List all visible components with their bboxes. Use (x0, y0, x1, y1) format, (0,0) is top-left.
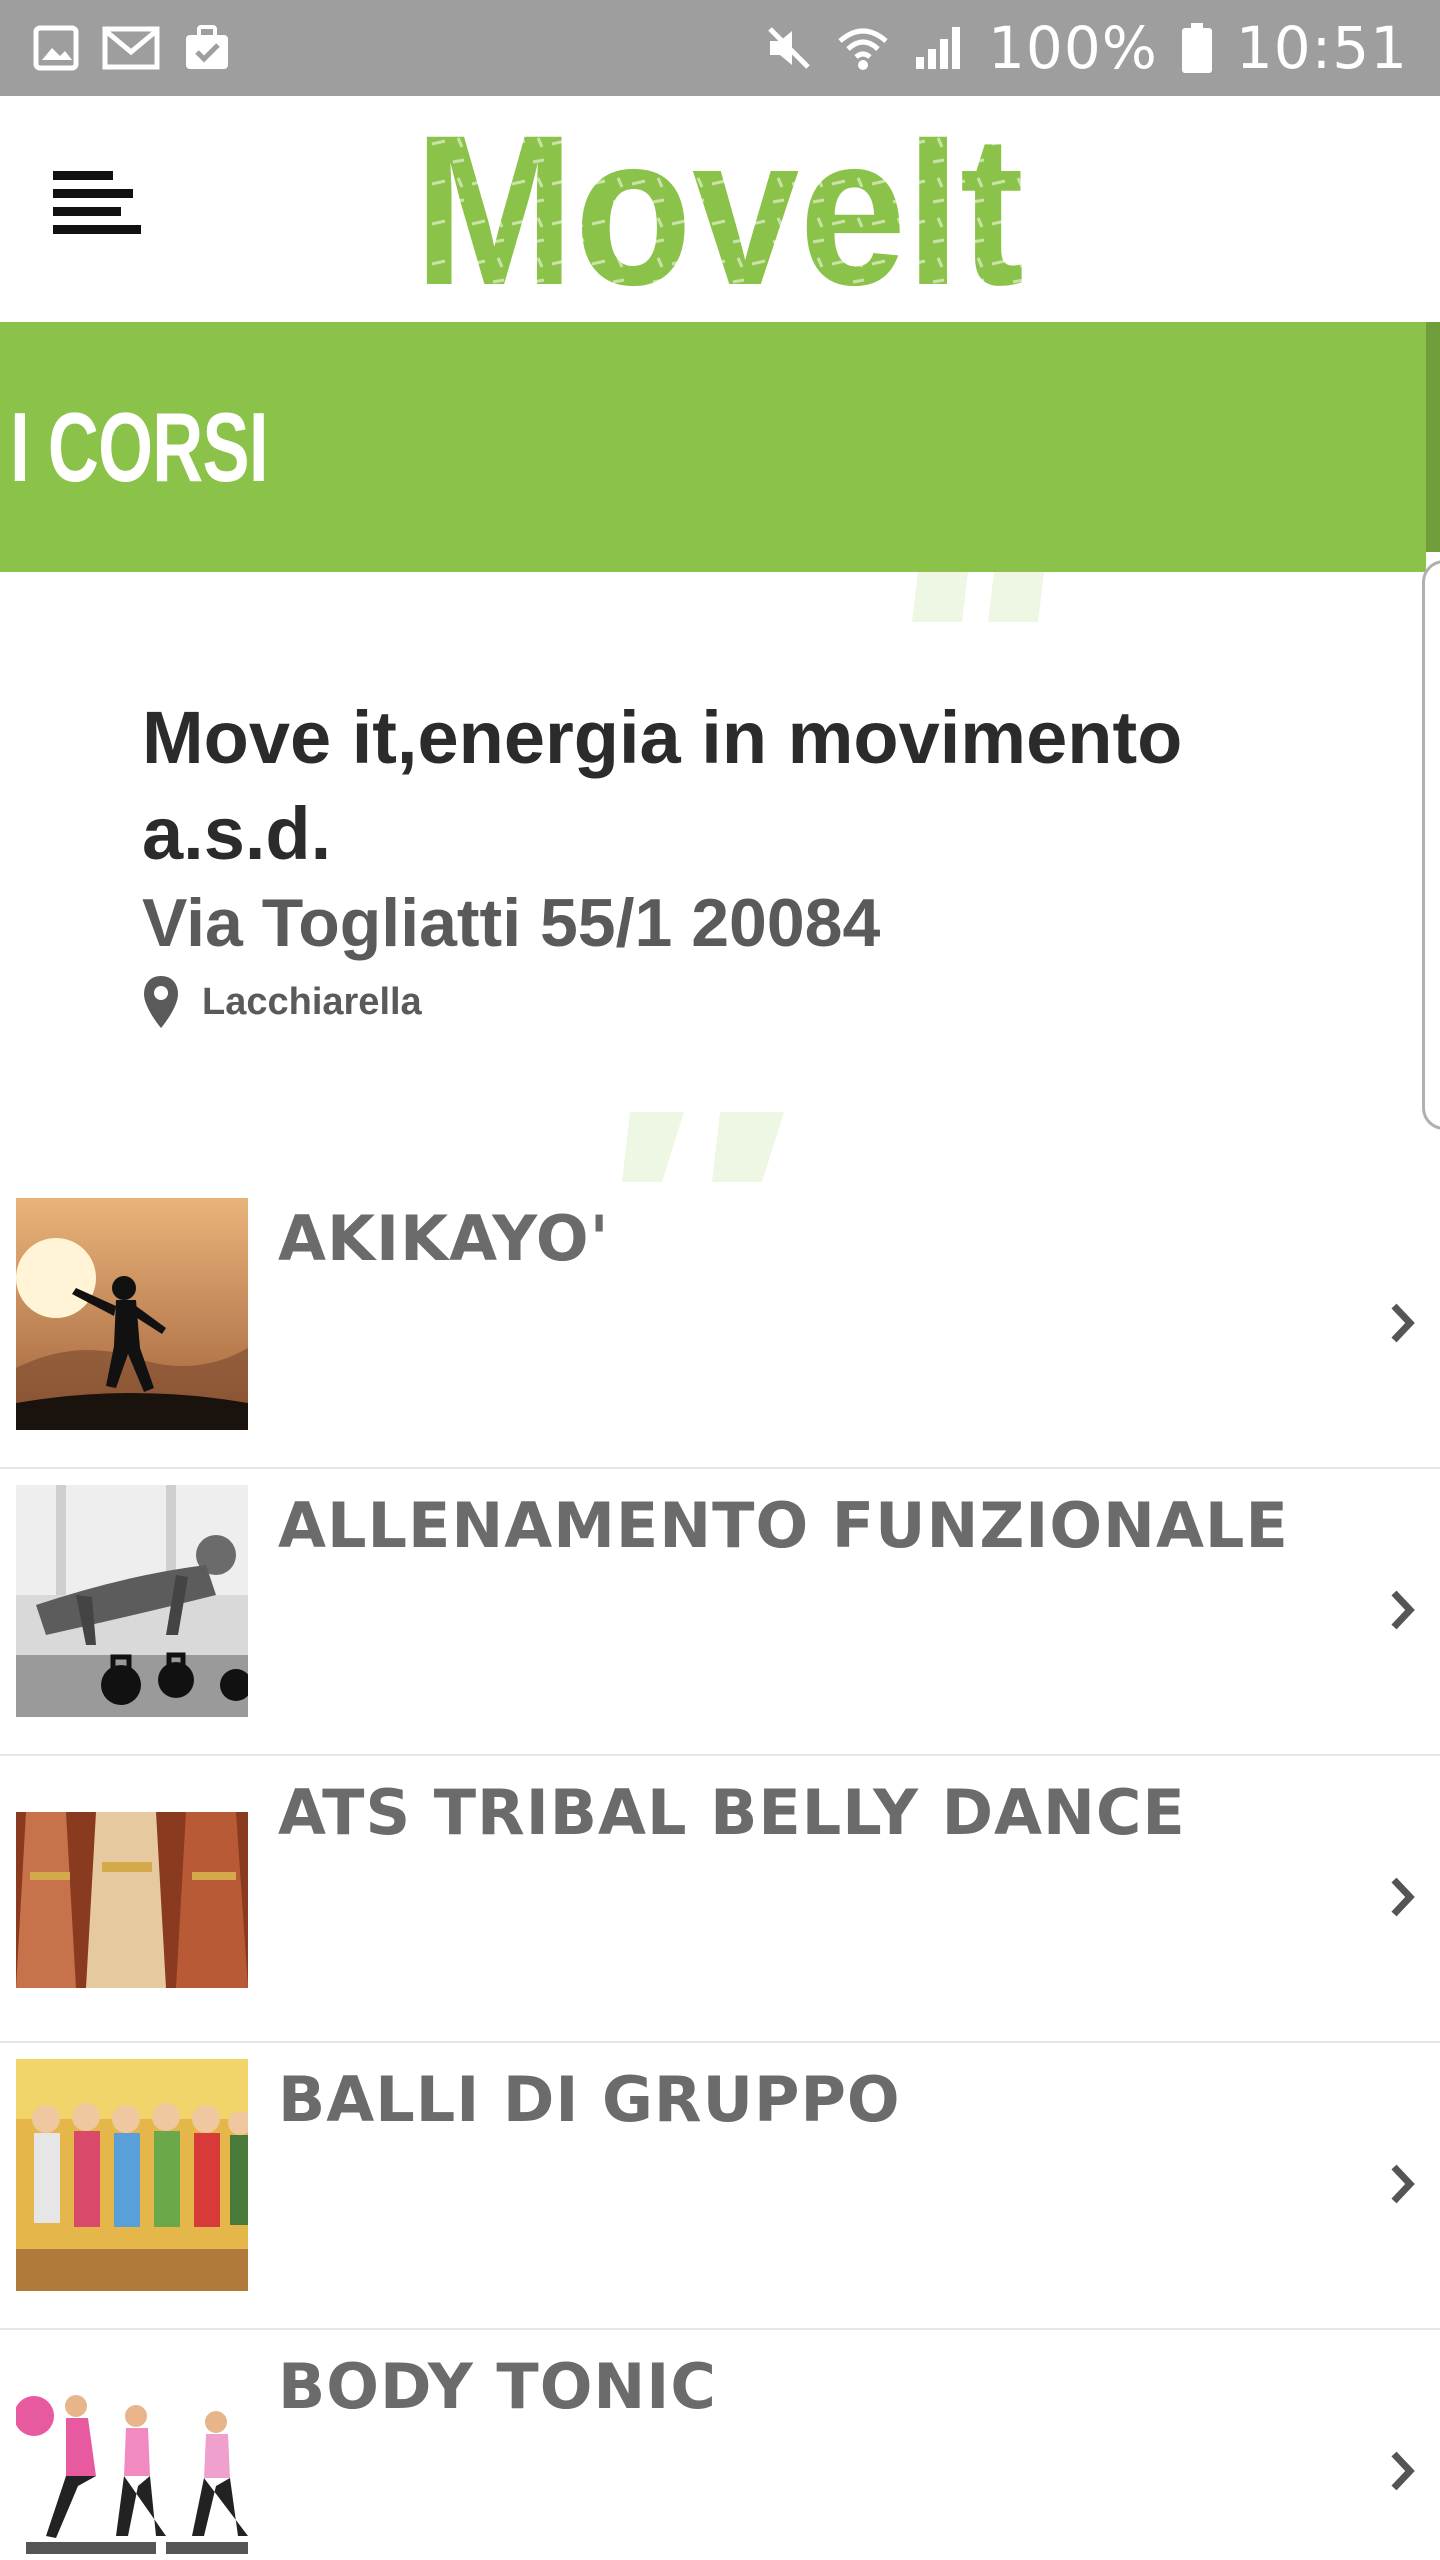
chevron-right-icon (1391, 1303, 1415, 1343)
quote-open-icon (912, 572, 1044, 622)
wifi-icon (836, 23, 890, 73)
course-name: ALLENAMENTO FUNZIONALE (278, 1489, 1289, 1562)
section-title: I CORSI (10, 391, 268, 502)
status-right-icons: 100% 10:51 (764, 14, 1408, 82)
section-banner: I CORSI (0, 322, 1426, 572)
app-header: MoveIt (0, 91, 1440, 330)
venue-address: Via Togliatti 55/1 20084 (142, 885, 881, 961)
course-list: AKIKAYO' ALLENAMENTO FUNZIONALE ATS TRIB… (0, 1182, 1440, 2560)
venue-name: Move it,energia in movimento a.s.d. (142, 696, 1183, 875)
course-item-balli-di-gruppo[interactable]: BALLI DI GRUPPO (0, 2043, 1440, 2330)
course-item-ats-tribal-belly-dance[interactable]: ATS TRIBAL BELLY DANCE (0, 1756, 1440, 2043)
chevron-right-icon (1391, 2164, 1415, 2204)
course-item-akikayo[interactable]: AKIKAYO' (0, 1182, 1440, 1469)
course-thumbnail (16, 1772, 248, 2004)
venue-city-row: Lacchiarella (142, 974, 422, 1030)
briefcase-icon (182, 23, 232, 73)
menu-icon (53, 171, 141, 234)
course-item-body-tonic[interactable]: BODY TONIC (0, 2330, 1440, 2560)
battery-icon (1180, 21, 1214, 75)
map-pin-icon (144, 976, 178, 1028)
venue-info: Move it,energia in movimento a.s.d. Via … (0, 572, 1420, 1182)
clock: 10:51 (1235, 14, 1408, 82)
chevron-right-icon (1391, 2451, 1415, 2491)
battery-percent: 100% (988, 14, 1158, 82)
course-thumbnail (16, 1485, 248, 1717)
scroll-edge (1426, 322, 1440, 552)
gallery-icon (32, 24, 80, 72)
quote-close-icon (622, 1112, 784, 1182)
gmail-icon (102, 24, 160, 72)
chevron-right-icon (1391, 1590, 1415, 1630)
status-left-icons (32, 23, 232, 73)
status-bar: 100% 10:51 (0, 0, 1440, 96)
course-name: BODY TONIC (278, 2350, 717, 2423)
course-name: ATS TRIBAL BELLY DANCE (278, 1776, 1186, 1849)
mute-icon (764, 23, 814, 73)
logo-text: MoveIt (414, 114, 1024, 304)
logo: MoveIt (410, 91, 1030, 330)
course-item-allenamento-funzionale[interactable]: ALLENAMENTO FUNZIONALE (0, 1469, 1440, 1756)
menu-button[interactable] (42, 154, 152, 254)
course-name: AKIKAYO' (278, 1202, 610, 1275)
course-name: BALLI DI GRUPPO (278, 2063, 901, 2136)
course-thumbnail (16, 2346, 248, 2560)
chevron-right-icon (1391, 1877, 1415, 1917)
course-thumbnail (16, 2059, 248, 2291)
venue-city: Lacchiarella (202, 980, 422, 1023)
signal-icon (912, 23, 966, 73)
scrollbar[interactable] (1422, 560, 1440, 1130)
course-thumbnail (16, 1198, 248, 1430)
